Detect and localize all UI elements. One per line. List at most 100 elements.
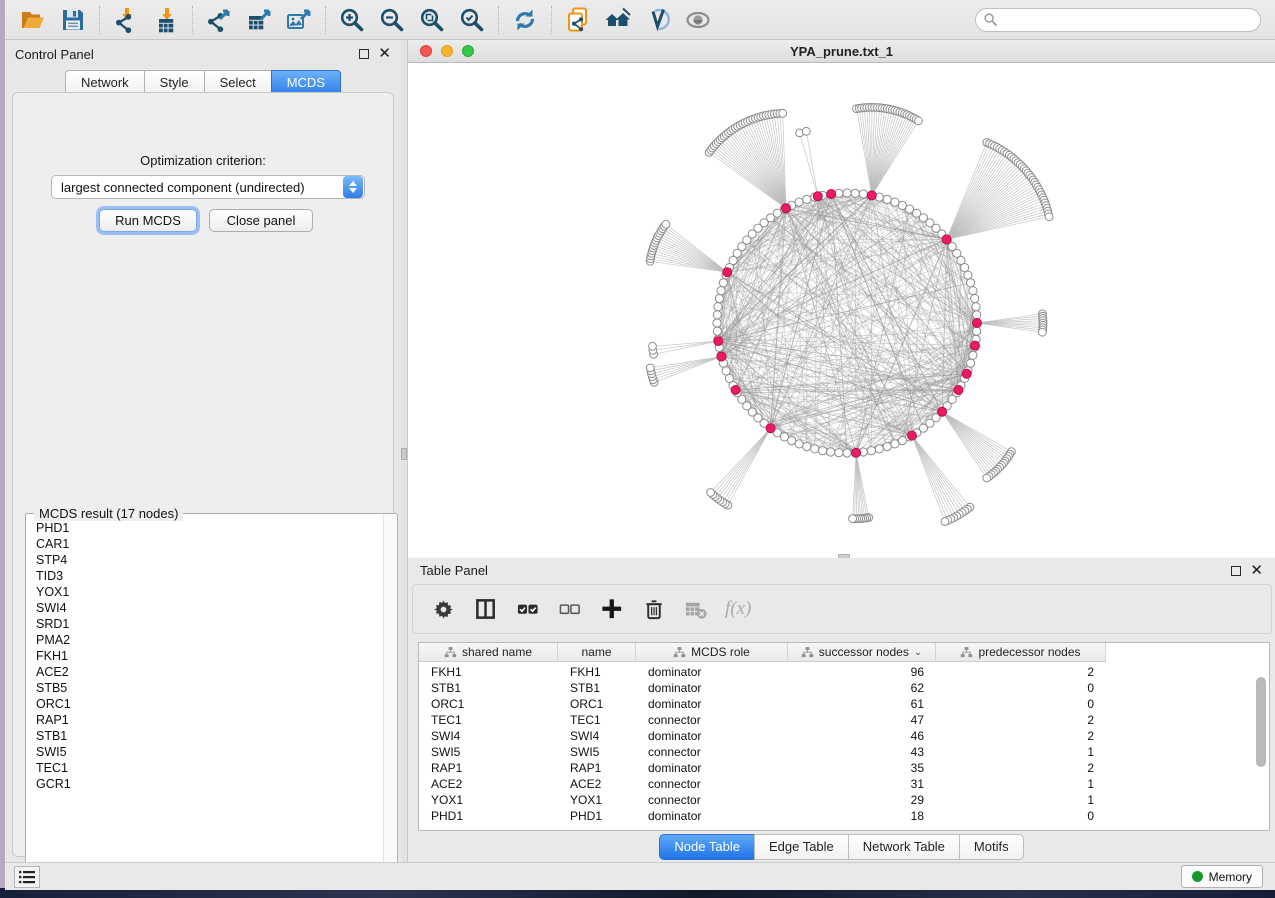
graph-node-hub[interactable]: [938, 407, 947, 416]
show-columns-icon[interactable]: [473, 596, 499, 622]
mcds-result-item[interactable]: FKH1: [27, 648, 385, 664]
table-row[interactable]: TEC1TEC1connector472: [419, 712, 1269, 728]
float-panel-icon[interactable]: [359, 49, 369, 59]
graph-node-hub[interactable]: [971, 341, 980, 350]
column-header-MCDS-role[interactable]: MCDS role: [636, 643, 788, 662]
cell: 1: [936, 744, 1106, 760]
table-header-row: shared namenameMCDS rolesuccessor nodes⌄…: [419, 643, 1106, 662]
export-network-icon[interactable]: [199, 4, 239, 36]
tab-edge-table[interactable]: Edge Table: [754, 834, 848, 860]
tab-network-table[interactable]: Network Table: [848, 834, 959, 860]
graph-node-hub[interactable]: [973, 319, 982, 328]
hide-panel-icon[interactable]: [678, 4, 718, 36]
close-table-panel-icon[interactable]: ✕: [1250, 566, 1263, 576]
save-session-icon[interactable]: [53, 4, 93, 36]
mcds-result-item[interactable]: STP4: [27, 552, 385, 568]
mcds-result-list[interactable]: PHD1CAR1STP4TID3YOX1SWI4SRD1PMA2FKH1ACE2…: [27, 520, 385, 882]
graph-node-hub[interactable]: [962, 369, 971, 378]
status-bar: Memory: [5, 862, 1275, 890]
graph-node-hub[interactable]: [813, 192, 822, 201]
import-table-icon[interactable]: [146, 4, 186, 36]
export-table-icon[interactable]: [239, 4, 279, 36]
table-scrollbar[interactable]: [1256, 665, 1266, 825]
network-canvas[interactable]: [408, 63, 1275, 558]
mcds-result-item[interactable]: ORC1: [27, 696, 385, 712]
memory-button[interactable]: Memory: [1181, 865, 1263, 888]
show-all-networks-icon[interactable]: [598, 4, 638, 36]
graph-node-hub[interactable]: [954, 386, 963, 395]
deselect-all-icon[interactable]: [557, 596, 583, 622]
float-table-panel-icon[interactable]: [1231, 566, 1241, 576]
tab-motifs[interactable]: Motifs: [959, 834, 1024, 860]
export-image-icon[interactable]: [279, 4, 319, 36]
graph-node-hub[interactable]: [766, 424, 775, 433]
toolbar-separator: [498, 6, 499, 34]
criterion-dropdown[interactable]: largest connected component (undirected): [51, 175, 365, 199]
table-row[interactable]: SWI5SWI5connector431: [419, 744, 1269, 760]
graph-node-hub[interactable]: [852, 448, 861, 457]
graph-node-hub[interactable]: [827, 190, 836, 199]
import-network-icon[interactable]: [106, 4, 146, 36]
cell: dominator: [636, 680, 788, 696]
close-panel-icon[interactable]: ✕: [378, 49, 391, 59]
table-scrollbar-thumb[interactable]: [1256, 677, 1266, 767]
mcds-result-item[interactable]: STB5: [27, 680, 385, 696]
tab-node-table[interactable]: Node Table: [659, 834, 754, 860]
table-row[interactable]: FKH1FKH1dominator962: [419, 664, 1269, 680]
delete-icon[interactable]: [641, 596, 667, 622]
column-header-predecessor-nodes[interactable]: predecessor nodes: [936, 643, 1106, 662]
task-history-button[interactable]: [14, 866, 40, 888]
table-row[interactable]: SWI4SWI4dominator462: [419, 728, 1269, 744]
mcds-result-item[interactable]: SRD1: [27, 616, 385, 632]
mcds-result-item[interactable]: PMA2: [27, 632, 385, 648]
cell: ACE2: [558, 776, 636, 792]
table-row[interactable]: STB1STB1dominator620: [419, 680, 1269, 696]
mcds-result-item[interactable]: RAP1: [27, 712, 385, 728]
network-doc-icon[interactable]: [558, 4, 598, 36]
refresh-layout-icon[interactable]: [505, 4, 545, 36]
graph-node-hub[interactable]: [714, 337, 723, 346]
run-mcds-button[interactable]: Run MCDS: [99, 209, 197, 232]
close-panel-button[interactable]: Close panel: [209, 209, 313, 232]
mcds-result-item[interactable]: GCR1: [27, 776, 385, 792]
mcds-result-item[interactable]: ACE2: [27, 664, 385, 680]
add-icon[interactable]: [599, 596, 625, 622]
column-header-name[interactable]: name: [558, 643, 636, 662]
mcds-result-item[interactable]: PHD1: [27, 520, 385, 536]
graph-node-hub[interactable]: [723, 268, 732, 277]
graph-node-hub[interactable]: [717, 352, 726, 361]
search-input[interactable]: [998, 10, 1260, 30]
mcds-result-item[interactable]: SWI4: [27, 600, 385, 616]
delete-table-icon: [683, 596, 709, 622]
mcds-result-item[interactable]: TEC1: [27, 760, 385, 776]
table-row[interactable]: PHD1PHD1dominator180: [419, 808, 1269, 824]
mcds-result-item[interactable]: TID3: [27, 568, 385, 584]
graph-node-hub[interactable]: [867, 191, 876, 200]
network-window-titlebar[interactable]: YPA_prune.txt_1: [408, 40, 1275, 63]
column-header-shared-name[interactable]: shared name: [419, 643, 558, 662]
table-row[interactable]: YOX1YOX1connector291: [419, 792, 1269, 808]
mcds-result-item[interactable]: SWI5: [27, 744, 385, 760]
search-field[interactable]: [975, 8, 1261, 32]
column-settings-icon[interactable]: [431, 596, 457, 622]
select-all-icon[interactable]: [515, 596, 541, 622]
zoom-selected-icon[interactable]: [452, 4, 492, 36]
zoom-in-icon[interactable]: [332, 4, 372, 36]
open-session-icon[interactable]: [13, 4, 53, 36]
mcds-result-item[interactable]: YOX1: [27, 584, 385, 600]
column-header-successor-nodes[interactable]: successor nodes⌄: [788, 643, 936, 662]
zoom-fit-icon[interactable]: [412, 4, 452, 36]
vizmapper-icon[interactable]: [638, 4, 678, 36]
zoom-out-icon[interactable]: [372, 4, 412, 36]
table-row[interactable]: RAP1RAP1dominator352: [419, 760, 1269, 776]
table-row[interactable]: ORC1ORC1dominator610: [419, 696, 1269, 712]
mcds-list-scrollbar[interactable]: [383, 515, 396, 882]
table-row[interactable]: ACE2ACE2connector311: [419, 776, 1269, 792]
graph-node-hub[interactable]: [782, 204, 791, 213]
graph-node-hub[interactable]: [731, 386, 740, 395]
mcds-result-item[interactable]: CAR1: [27, 536, 385, 552]
network-graph[interactable]: [408, 63, 1275, 558]
graph-node-hub[interactable]: [908, 431, 917, 440]
mcds-result-item[interactable]: STB1: [27, 728, 385, 744]
graph-node-hub[interactable]: [942, 235, 951, 244]
